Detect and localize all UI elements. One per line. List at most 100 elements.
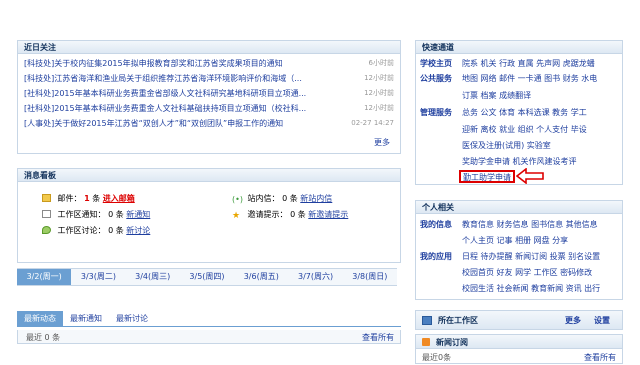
news-time: 12小时前 [364, 89, 394, 97]
enter-mailbox-link[interactable]: 进入邮箱 [103, 194, 135, 203]
work-study-apply-link[interactable]: 勤工助学申请 [459, 170, 515, 183]
workspace-settings-link[interactable]: 设置 [594, 315, 610, 326]
quick-category: 公共服务 [420, 74, 452, 83]
quick-title: 快速通道 [416, 41, 622, 54]
day-tab[interactable]: 3/4(周三) [126, 269, 180, 285]
feeds-count: 最近0条 [422, 353, 452, 362]
focus-panel: 近日关注 [科技处]关于校内征集2015年拟申报教育部奖和江苏省奖成果项目的通知… [17, 40, 401, 154]
news-item[interactable]: [社科处]2015年基本科研业务费重金人文社科基础扶持项目立项通知（校社科...… [24, 102, 394, 115]
day-tab[interactable]: 3/2(周一) [17, 269, 72, 285]
messages-title: 消息看板 [18, 169, 400, 182]
quick-links[interactable]: 地图 网络 邮件 一卡通 图书 财务 水电 [462, 72, 597, 85]
chat-icon [42, 226, 51, 234]
quick-links[interactable]: 总务 公文 体育 本科选课 教务 学工 [462, 106, 587, 119]
new-invite-link[interactable]: 新邀请提示 [308, 210, 348, 219]
quick-links[interactable]: 医保及注册(试用) 实验室 [462, 139, 551, 152]
focus-title: 近日关注 [18, 41, 400, 54]
quick-category: 学校主页 [420, 59, 452, 68]
news-title[interactable]: [科技处]江苏省海洋和渔业局关于组织推荐江苏省海洋环境影响评价和海域（... [24, 72, 309, 85]
quick-row: 迎新 离校 就业 组织 个人支付 毕设 [416, 123, 622, 136]
activity-view-all-link[interactable]: 查看所有 [362, 332, 394, 343]
rss-icon [422, 338, 430, 346]
personal-row: 校园首页 好友 网学 工作区 密码修改 [416, 266, 622, 279]
star-icon: ★ [232, 211, 241, 221]
personal-panel: 个人相关 我的信息 教育信息 财务信息 图书信息 其他信息 个人主页 记事 相册… [415, 200, 623, 300]
tab-latest-notice[interactable]: 最新通知 [63, 311, 109, 326]
news-item[interactable]: [科技处]关于校内征集2015年拟申报教育部奖和江苏省奖成果项目的通知 6小时前 [24, 57, 394, 70]
notify-count: 0 [108, 210, 114, 219]
news-title[interactable]: [社科处]2015年基本科研业务费重金省部级人文社科研究基地科研项目立项通... [24, 87, 309, 100]
personal-links[interactable]: 校园生活 社会新闻 教育新闻 资讯 出行 [462, 282, 600, 295]
news-title[interactable]: [科技处]关于校内征集2015年拟申报教育部奖和江苏省奖成果项目的通知 [24, 57, 309, 70]
workspace-panel: 所在工作区 更多 设置 [415, 310, 623, 330]
discuss-label: 工作区讨论： [57, 226, 106, 235]
workspace-more-link[interactable]: 更多 [565, 315, 581, 326]
personal-links[interactable]: 个人主页 记事 相册 网盘 分享 [462, 234, 568, 247]
discuss-unit: 条 [115, 226, 124, 235]
new-discuss-link[interactable]: 新讨论 [126, 226, 150, 235]
quick-links[interactable]: 院系 机关 行政 直属 先声网 虎踞龙蟠 [462, 57, 595, 70]
news-title[interactable]: [社科处]2015年基本科研业务费重金人文社科基础扶持项目立项通知（校社科... [24, 102, 309, 115]
messages-panel: 消息看板 邮件： 1 条 进入邮箱 工作区通知： 0 条 新通知 工作区讨论： … [17, 168, 401, 263]
personal-row: 我的应用 日程 待办提醒 新闻订阅 投票 别名设置 [416, 250, 622, 263]
personal-row: 个人主页 记事 相册 网盘 分享 [416, 234, 622, 247]
inbox-unit: 条 [289, 194, 298, 203]
notify-row: 工作区通知： 0 条 新通知 [42, 209, 150, 221]
tab-latest-activity[interactable]: 最新动态 [17, 311, 63, 326]
day-tab[interactable]: 3/5(周四) [180, 269, 234, 285]
feeds-title: 新闻订阅 [436, 338, 468, 347]
workspace-title: 所在工作区 [438, 316, 478, 325]
quick-row: 医保及注册(试用) 实验室 [416, 139, 622, 152]
personal-row: 校园生活 社会新闻 教育新闻 资讯 出行 [416, 282, 622, 295]
inbox-row: (•) 站内信： 0 条 新站内信 [232, 193, 332, 205]
day-tab[interactable]: 3/3(周二) [71, 269, 125, 285]
quick-panel: 快速通道 学校主页 院系 机关 行政 直属 先声网 虎踞龙蟠 公共服务 地图 网… [415, 40, 623, 185]
quick-links[interactable]: 奖助学金申请 机关作风建设考评 [462, 155, 577, 168]
mail-count: 1 [84, 194, 90, 203]
personal-category: 我的信息 [420, 220, 452, 229]
day-tab[interactable]: 3/7(周六) [288, 269, 342, 285]
activity-panel: 最近 0 条 查看所有 [17, 330, 401, 344]
arrow-left-icon [516, 168, 544, 184]
day-tab[interactable]: 3/6(周五) [234, 269, 288, 285]
activity-tabs: 最新动态 最新通知 最新讨论 [17, 311, 401, 327]
new-inbox-link[interactable]: 新站内信 [300, 194, 332, 203]
mail-row: 邮件： 1 条 进入邮箱 [42, 193, 135, 205]
focus-more-link[interactable]: 更多 [374, 137, 390, 148]
quick-row: 管理服务 总务 公文 体育 本科选课 教务 学工 [416, 106, 622, 119]
quick-category: 管理服务 [420, 108, 452, 117]
quick-row: 奖助学金申请 机关作风建设考评 [416, 155, 622, 168]
news-time: 12小时前 [364, 74, 394, 82]
feeds-view-all-link[interactable]: 查看所有 [584, 352, 616, 363]
notify-unit: 条 [115, 210, 124, 219]
mail-unit: 条 [92, 194, 101, 203]
invite-unit: 条 [297, 210, 306, 219]
feeds-panel: 新闻订阅 最近0条 查看所有 [415, 334, 623, 364]
mail-icon [42, 194, 51, 202]
personal-title: 个人相关 [416, 201, 622, 214]
new-notify-link[interactable]: 新通知 [126, 210, 150, 219]
quick-links[interactable]: 订票 档案 成绩翻译 [462, 89, 531, 102]
personal-links[interactable]: 日程 待办提醒 新闻订阅 投票 别名设置 [462, 250, 600, 263]
personal-category: 我的应用 [420, 252, 452, 261]
news-item[interactable]: [社科处]2015年基本科研业务费重金省部级人文社科研究基地科研项目立项通...… [24, 87, 394, 100]
notify-label: 工作区通知： [57, 210, 106, 219]
personal-links[interactable]: 教育信息 财务信息 图书信息 其他信息 [462, 218, 598, 231]
news-item[interactable]: [科技处]江苏省海洋和渔业局关于组织推荐江苏省海洋环境影响评价和海域（... 1… [24, 72, 394, 85]
news-item[interactable]: [人事处]关于做好2015年江苏省“双创人才”和“双创团队”申报工作的通知 02… [24, 117, 394, 130]
quick-links[interactable]: 迎新 离校 就业 组织 个人支付 毕设 [462, 123, 587, 136]
news-title[interactable]: [人事处]关于做好2015年江苏省“双创人才”和“双创团队”申报工作的通知 [24, 117, 309, 130]
personal-row: 我的信息 教育信息 财务信息 图书信息 其他信息 [416, 218, 622, 231]
personal-links[interactable]: 校园首页 好友 网学 工作区 密码修改 [462, 266, 592, 279]
news-time: 12小时前 [364, 104, 394, 112]
invite-count: 0 [290, 210, 296, 219]
activity-count: 最近 0 条 [26, 333, 61, 342]
invite-label: 邀请提示： [247, 210, 288, 219]
document-icon [42, 210, 51, 218]
invite-row: ★ 邀请提示： 0 条 新邀请提示 [232, 209, 348, 221]
news-time: 6小时前 [368, 59, 394, 67]
tab-latest-discussion[interactable]: 最新讨论 [109, 311, 155, 326]
quick-row: 订票 档案 成绩翻译 [416, 89, 622, 102]
news-time: 02-27 14:27 [351, 119, 394, 127]
day-tab[interactable]: 3/8(周日) [343, 269, 397, 285]
